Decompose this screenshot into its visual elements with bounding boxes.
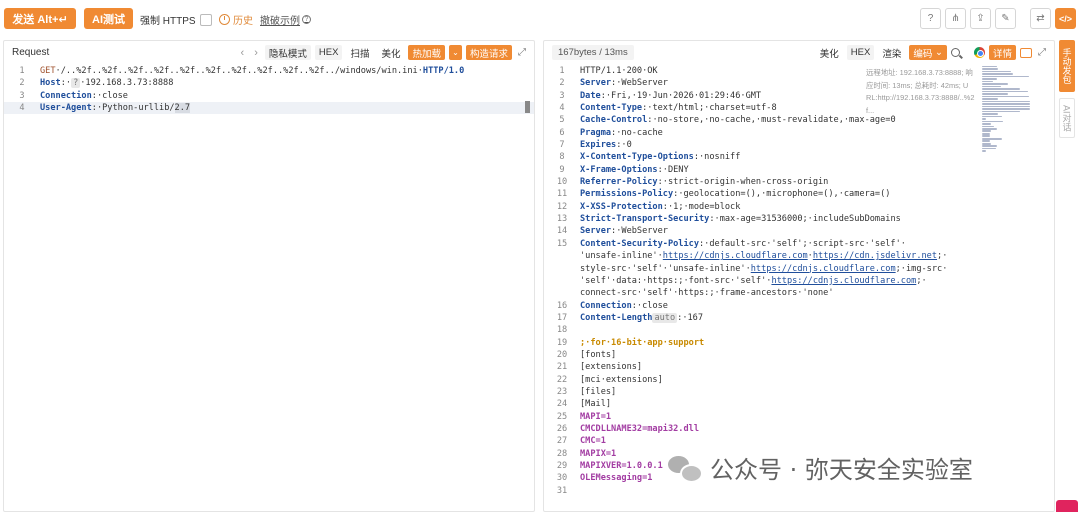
- response-pane: 167bytes / 13ms 美化 HEX 渲染 编码 ⌄ 详情 ⤢ 1 HTT…: [543, 40, 1055, 512]
- code-line: 10 Referrer-Policy:·strict-origin-when-cr…: [556, 177, 829, 188]
- code-minimap[interactable]: [982, 65, 1030, 152]
- code-line: 14 Server:·WebServer: [556, 226, 668, 237]
- code-line: style-src·'self'·'unsafe-inline'·https:/…: [580, 263, 948, 274]
- help-icon[interactable]: ?: [920, 8, 941, 29]
- ai-test-button[interactable]: AI测试: [84, 8, 133, 29]
- details-button[interactable]: 详情: [988, 45, 1016, 60]
- chevron-down-icon[interactable]: ⌄: [448, 45, 462, 60]
- expand-icon[interactable]: ⤢: [516, 47, 528, 59]
- code-line: 21 [extensions]: [556, 362, 643, 373]
- code-icon[interactable]: </>: [1055, 8, 1076, 29]
- search-icon[interactable]: [950, 48, 960, 57]
- request-editor[interactable]: 1 GET·/..%2f..%2f..%2f..%2f..%2f..%2f..%2…: [4, 65, 534, 115]
- wechat-icon: [668, 454, 703, 483]
- code-line: 25 MAPI=1: [556, 411, 612, 422]
- code-line: 9 X-Frame-Options:·DENY: [559, 164, 689, 175]
- response-side-info: 远程地址: 192.168.3.73:8888; 响 应时间: 13ms; 总耗…: [866, 68, 975, 115]
- upload-icon[interactable]: ⇪: [970, 8, 991, 29]
- code-line: 20 [fonts]: [556, 349, 617, 360]
- clock-icon: [219, 14, 230, 25]
- next-arrow-icon[interactable]: ›: [251, 47, 261, 59]
- example-link[interactable]: 撤破示例 ?: [260, 12, 311, 27]
- code-line: 7 Expires:·0: [559, 140, 632, 151]
- history-button[interactable]: 历史: [219, 12, 253, 27]
- watermark-text: 公众号 · 弥天安全实验室: [710, 456, 973, 484]
- expand-icon[interactable]: ⤢: [1036, 47, 1048, 59]
- code-line: 8 X-Content-Type-Options:·nosniff: [559, 152, 741, 163]
- code-line: 26 CMCDLLNAME32=mapi32.dll: [556, 423, 699, 434]
- code-line: 11 Permissions-Policy:·geolocation=(),·mi…: [556, 189, 891, 200]
- code-line: 23 [files]: [556, 386, 617, 397]
- response-editor[interactable]: 1 HTTP/1.1·200·OK 2 Server:·WebServer 3 Date:…: [544, 65, 948, 497]
- code-line: 16 Connection:·close: [556, 300, 668, 311]
- response-beautify-button[interactable]: 美化: [816, 45, 843, 60]
- hot-reload-button[interactable]: 热加载: [408, 45, 445, 60]
- side-tabs: 手动发包 AI对话: [1059, 40, 1077, 138]
- code-line: 15 Content-Security-Policy:·default-src·'…: [556, 238, 906, 249]
- code-line: 18: [556, 325, 568, 336]
- help-icon: ?: [302, 15, 311, 24]
- request-pane: Request ‹ › 隐私模式 HEX 扫描 美化 热加载 ⌄ 构造请求 ⤢ …: [3, 40, 535, 512]
- force-https-checkbox[interactable]: [199, 13, 212, 26]
- encoding-dropdown[interactable]: 编码 ⌄: [909, 45, 947, 60]
- share-icon[interactable]: ⋔: [945, 8, 966, 29]
- code-line: 17 Content-Length auto:·167: [556, 312, 704, 323]
- response-tools: 美化 HEX 渲染 编码 ⌄ 详情 ⤢: [816, 45, 1048, 60]
- code-line: 6 Pragma:·no-cache: [559, 127, 663, 138]
- response-stats: 167bytes / 13ms: [552, 44, 634, 60]
- code-line: 19 ;·for·16-bit·app·support: [556, 337, 705, 348]
- code-line: connect-src·'self'·https:;·frame-ancesto…: [580, 288, 834, 299]
- force-https-toggle[interactable]: 强制 HTTPS: [140, 12, 212, 27]
- render-button[interactable]: 渲染: [878, 45, 905, 60]
- history-label: 历史: [233, 16, 253, 27]
- code-line: 4 User-Agent:·Python-urllib/2.7: [4, 102, 534, 115]
- top-toolbar: 发送 Alt+↵ AI测试 强制 HTTPS 历史 撤破示例 ? ? ⋔ ⇪ ✎…: [0, 0, 1080, 36]
- request-hex-button[interactable]: HEX: [314, 45, 343, 60]
- code-line: 24 [Mail]: [556, 399, 612, 410]
- request-header: Request ‹ › 隐私模式 HEX 扫描 美化 热加载 ⌄ 构造请求 ⤢: [4, 41, 534, 63]
- code-line: 'self'·data:·https:;·font-src·'self'·htt…: [580, 275, 927, 286]
- code-line: 3 Connection:·close: [19, 90, 128, 101]
- scan-button[interactable]: 扫描: [346, 45, 373, 60]
- send-button[interactable]: 发送 Alt+↵: [4, 8, 76, 29]
- force-https-label: 强制 HTTPS: [140, 16, 196, 27]
- code-line: 31: [556, 485, 568, 496]
- code-line: 12 X-XSS-Protection:·1;·mode=block: [556, 201, 741, 212]
- top-right-icons: ? ⋔ ⇪ ✎ ⇄ </>: [920, 8, 1076, 29]
- scrollbar-thumb[interactable]: [525, 101, 530, 113]
- swap-icon[interactable]: ⇄: [1030, 8, 1051, 29]
- code-line: 22 [mci·extensions]: [556, 374, 663, 385]
- request-tools: ‹ › 隐私模式 HEX 扫描 美化 热加载 ⌄ 构造请求 ⤢: [238, 45, 528, 60]
- edit-icon[interactable]: ✎: [995, 8, 1016, 29]
- prev-arrow-icon[interactable]: ‹: [238, 47, 248, 59]
- code-line: 2 Host:·? ·192.168.3.73:8888: [19, 78, 174, 89]
- code-line: 1 GET·/..%2f..%2f..%2f..%2f..%2f..%2f..%2…: [19, 66, 465, 76]
- code-line: 13 Strict-Transport-Security:·max-age=315…: [556, 214, 901, 225]
- response-hex-button[interactable]: HEX: [846, 45, 875, 60]
- tab-manual-send[interactable]: 手动发包: [1059, 40, 1075, 92]
- response-header: 167bytes / 13ms 美化 HEX 渲染 编码 ⌄ 详情 ⤢: [544, 41, 1054, 63]
- chat-icon[interactable]: [1020, 47, 1032, 58]
- corner-badge: [1056, 500, 1078, 512]
- privacy-mode-button[interactable]: 隐私模式: [264, 45, 311, 60]
- code-line: 'unsafe-inline'·https://cdnjs.cloudflare…: [580, 251, 948, 262]
- code-line: 27 CMC=1: [556, 436, 606, 447]
- example-label: 撤破示例: [260, 16, 300, 27]
- request-beautify-button[interactable]: 美化: [377, 45, 404, 60]
- request-title: Request: [12, 46, 50, 58]
- chrome-icon[interactable]: [973, 47, 985, 58]
- build-request-button[interactable]: 构造请求: [465, 45, 512, 60]
- tab-ai-chat[interactable]: AI对话: [1059, 98, 1075, 138]
- watermark: 公众号 · 弥天安全实验室: [668, 450, 973, 485]
